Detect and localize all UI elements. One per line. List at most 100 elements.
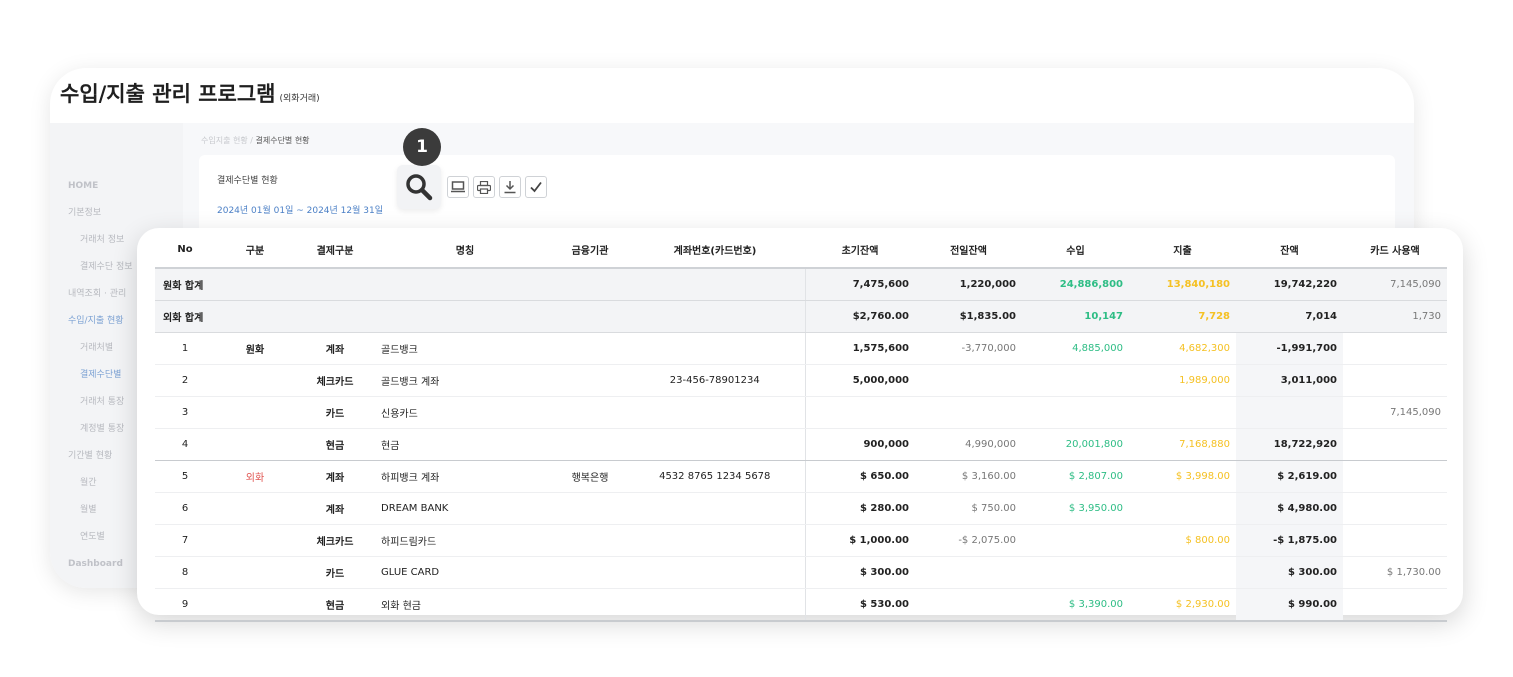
cell-name: 현금 [375, 428, 555, 461]
table-row[interactable]: 2 체크카드 골드뱅크 계좌 23-456-78901234 5,000,000… [155, 364, 1447, 397]
col-header-income[interactable]: 수입 [1022, 231, 1129, 269]
cell-income: $ 3,390.00 [1022, 588, 1129, 622]
cell-card-used [1343, 460, 1447, 493]
cell-initial: 7,475,600 [804, 268, 915, 301]
app-subtitle: (외화거래) [279, 94, 320, 104]
cell-gubun [215, 364, 295, 397]
cell-method: 계좌 [295, 332, 375, 365]
ledger-card: No 구분 결제구분 명칭 금융기관 계좌번호(카드번호) 초기잔액 전일잔액 … [137, 228, 1463, 622]
cell-card-used [1343, 364, 1447, 397]
cell-balance: $ 990.00 [1236, 588, 1343, 622]
cell-account [625, 524, 805, 557]
cell-name: 하피뱅크 계좌 [375, 460, 555, 493]
col-header-account[interactable]: 계좌번호(카드번호) [625, 231, 805, 269]
cell-initial [804, 396, 915, 429]
cell-method: 계좌 [295, 460, 375, 493]
table-header-row: No 구분 결제구분 명칭 금융기관 계좌번호(카드번호) 초기잔액 전일잔액 … [155, 231, 1447, 269]
cell-bank: 행복은행 [555, 460, 625, 493]
col-header-card-used[interactable]: 카드 사용액 [1343, 231, 1447, 269]
cell-expense: 1,989,000 [1129, 364, 1236, 397]
cell-balance: 7,014 [1236, 300, 1343, 333]
cell-no: 8 [155, 556, 215, 589]
check-icon [530, 181, 542, 193]
cell-bank [555, 364, 625, 397]
app-title: 수입/지출 관리 프로그램 (외화거래) [60, 78, 320, 108]
col-header-expense[interactable]: 지출 [1129, 231, 1236, 269]
breadcrumb-parent[interactable]: 수입지출 현황 [201, 136, 248, 145]
cell-income: 24,886,800 [1022, 268, 1129, 301]
cell-income: $ 3,950.00 [1022, 492, 1129, 525]
cell-prev: -$ 2,075.00 [915, 524, 1022, 557]
sidebar-item-home[interactable]: HOME [68, 173, 158, 200]
cell-method: 계좌 [295, 492, 375, 525]
cell-no: 3 [155, 396, 215, 429]
cell-income: 20,001,800 [1022, 428, 1129, 461]
col-header-prev[interactable]: 전일잔액 [915, 231, 1022, 269]
search-icon [406, 174, 433, 201]
toolbar [397, 165, 551, 209]
cell-balance: 19,742,220 [1236, 268, 1343, 301]
cell-initial: $ 530.00 [804, 588, 915, 622]
col-header-bank[interactable]: 금융기관 [555, 231, 625, 269]
cell-expense [1129, 396, 1236, 429]
cell-name: 골드뱅크 [375, 332, 555, 365]
cell-expense: $ 3,998.00 [1129, 460, 1236, 493]
print-icon [477, 180, 491, 194]
col-header-method[interactable]: 결제구분 [295, 231, 375, 269]
cell-income [1022, 364, 1129, 397]
summary-row-foreign: 외화 합계 $2,760.00 $1,835.00 10,147 7,728 7… [155, 300, 1447, 333]
cell-no: 9 [155, 588, 215, 622]
cell-balance [1236, 396, 1343, 429]
print-button[interactable] [473, 176, 495, 198]
confirm-button[interactable] [525, 176, 547, 198]
table-row[interactable]: 5 외화 계좌 하피뱅크 계좌 행복은행 4532 8765 1234 5678… [155, 460, 1447, 493]
cell-prev: 1,220,000 [915, 268, 1022, 301]
col-header-balance[interactable]: 잔액 [1236, 231, 1343, 269]
cell-expense: $ 2,930.00 [1129, 588, 1236, 622]
table-row[interactable]: 4 현금 현금 900,000 4,990,000 20,001,800 7,1… [155, 428, 1447, 461]
cell-name: GLUE CARD [375, 556, 555, 589]
cell-name: 하피드림카드 [375, 524, 555, 557]
sidebar-item-basic-info[interactable]: 기본정보 [68, 200, 158, 227]
cell-initial: $ 300.00 [804, 556, 915, 589]
cell-balance: -$ 1,875.00 [1236, 524, 1343, 557]
summary-label: 외화 합계 [155, 300, 805, 333]
cell-method: 체크카드 [295, 524, 375, 557]
download-button[interactable] [499, 176, 521, 198]
cell-bank [555, 556, 625, 589]
cell-prev [915, 588, 1022, 622]
cell-gubun [215, 524, 295, 557]
cell-expense: 7,728 [1129, 300, 1236, 333]
cell-prev [915, 364, 1022, 397]
search-button[interactable] [397, 165, 441, 209]
cell-card-used [1343, 524, 1447, 557]
table-row[interactable]: 8 카드 GLUE CARD $ 300.00 $ 300.00 $ 1,730… [155, 556, 1447, 589]
cell-gubun [215, 492, 295, 525]
cell-bank [555, 396, 625, 429]
cell-card-used: 1,730 [1343, 300, 1447, 333]
cell-gubun [215, 396, 295, 429]
cell-method: 현금 [295, 428, 375, 461]
view-button[interactable] [447, 176, 469, 198]
cell-method: 체크카드 [295, 364, 375, 397]
cell-income [1022, 524, 1129, 557]
table-row[interactable]: 3 카드 신용카드 7,145,090 [155, 396, 1447, 429]
cell-prev: $ 750.00 [915, 492, 1022, 525]
date-range[interactable]: 2024년 01월 01일 ~ 2024년 12월 31일 [217, 203, 383, 216]
table-row[interactable]: 9 현금 외화 현금 $ 530.00 $ 3,390.00 $ 2,930.0… [155, 588, 1447, 622]
table-row[interactable]: 7 체크카드 하피드림카드 $ 1,000.00 -$ 2,075.00 $ 8… [155, 524, 1447, 557]
table-row[interactable]: 6 계좌 DREAM BANK $ 280.00 $ 750.00 $ 3,95… [155, 492, 1447, 525]
col-header-no[interactable]: No [155, 231, 215, 269]
col-header-name[interactable]: 명칭 [375, 231, 555, 269]
cell-method: 카드 [295, 556, 375, 589]
cell-account [625, 556, 805, 589]
col-header-initial[interactable]: 초기잔액 [805, 231, 915, 269]
col-header-gubun[interactable]: 구분 [215, 231, 295, 269]
cell-bank [555, 524, 625, 557]
table-row[interactable]: 1 원화 계좌 골드뱅크 1,575,600 -3,770,000 4,885,… [155, 332, 1447, 365]
cell-name: 외화 현금 [375, 588, 555, 622]
cell-prev [915, 396, 1022, 429]
cell-bank [555, 332, 625, 365]
cell-card-used: $ 1,730.00 [1343, 556, 1447, 589]
cell-account [625, 428, 805, 461]
